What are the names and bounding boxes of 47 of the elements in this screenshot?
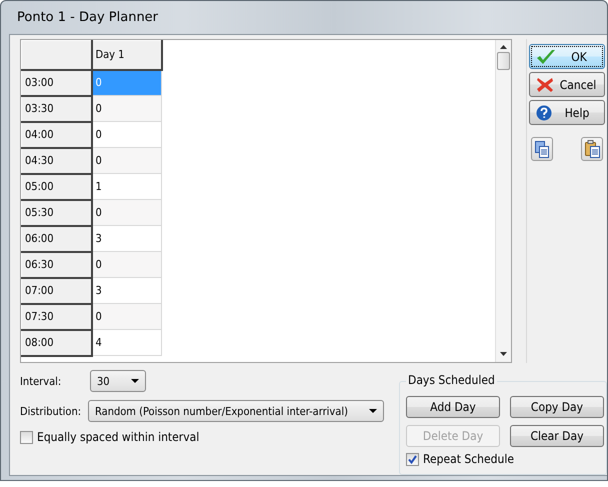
row-header: 04:00 [22,122,92,148]
row-header: 07:00 [22,278,92,304]
table-cell[interactable]: 0 [92,252,162,278]
caret-icon [369,409,377,413]
row-header: 03:00 [22,70,92,96]
interval-label: Interval: [20,374,62,388]
dialog-button[interactable]: Cancel [529,72,605,97]
checkbox-label: Equally spaced within interval [37,430,200,444]
checkbox-label: Repeat Schedule [423,452,514,466]
interval-dropdown[interactable]: 30 [90,370,146,392]
scroll-up-icon[interactable] [500,45,507,49]
row-header: 05:00 [22,174,92,200]
table-cell[interactable]: 0 [92,304,162,330]
scroll-down-icon[interactable] [500,352,507,356]
row-header: 08:00 [22,330,92,356]
day-button[interactable]: Add Day [406,396,500,418]
table-cell[interactable]: 0 [92,148,162,174]
table-cell[interactable]: 0 [92,200,162,226]
help-icon [536,104,552,120]
row-header: 06:30 [22,252,92,278]
row-header: 04:30 [22,148,92,174]
cross-icon [536,76,554,92]
check-icon [536,48,556,64]
scroll-thumb[interactable] [497,52,510,70]
row-header: 05:30 [22,200,92,226]
row-header: 07:30 [22,304,92,330]
dialog-button[interactable]: Help [529,100,605,125]
paste-button[interactable] [581,137,603,161]
copy-icon [535,140,549,158]
distribution-label: Distribution: [20,404,82,418]
window-title: Ponto 1 - Day Planner [16,9,160,27]
table-cell[interactable]: 4 [92,330,162,356]
row-header: 03:30 [22,96,92,122]
row-header: 06:00 [22,226,92,252]
table-cell[interactable]: 0 [92,96,162,122]
checkbox[interactable] [20,430,33,444]
group-title: Days Scheduled [406,373,497,387]
scrollbar[interactable] [495,40,511,362]
copy-button[interactable] [531,137,553,161]
day-button[interactable]: Clear Day [510,425,604,447]
distribution-dropdown[interactable]: Random (Poisson number/Exponential inter-arrival) [88,400,384,422]
day-button[interactable]: Copy Day [510,396,604,418]
checkbox[interactable] [406,452,419,466]
dialog-button[interactable]: OK [529,44,605,69]
column-header[interactable]: Day 1 [92,40,162,70]
caret-icon [131,379,139,383]
paste-icon [584,140,600,158]
